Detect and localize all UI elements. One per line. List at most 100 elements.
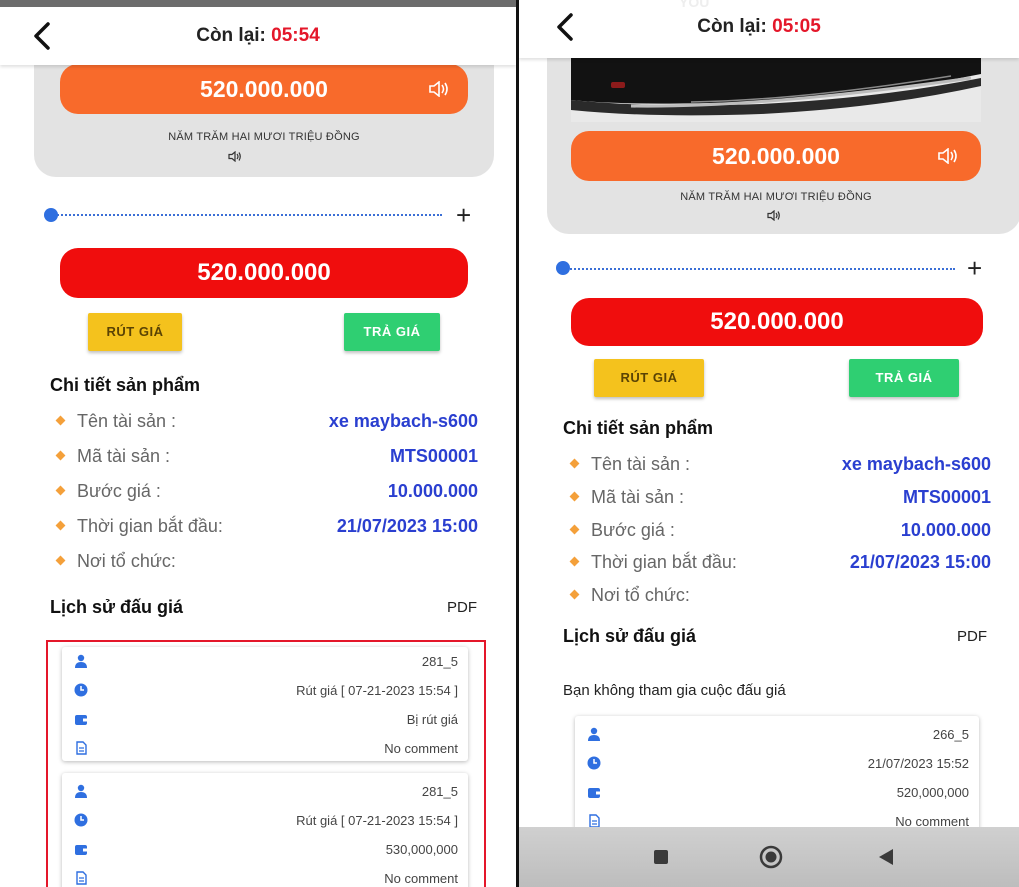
detail-row-bid-step: Bước giá : 10.000.000 (55, 478, 478, 506)
diamond-bullet-icon (55, 555, 66, 566)
diamond-bullet-icon (569, 458, 580, 469)
header: Còn lại: 05:54 (0, 7, 516, 65)
home-icon[interactable] (759, 845, 783, 874)
speaker-icon[interactable] (228, 149, 242, 163)
plus-icon[interactable]: + (967, 255, 982, 281)
bid-slider-knob[interactable] (44, 208, 58, 222)
history-comment: No comment (384, 871, 458, 886)
history-comment: No comment (384, 741, 458, 756)
diamond-bullet-icon (55, 415, 66, 426)
no-participation-notice: Bạn không tham gia cuộc đấu giá (563, 682, 786, 699)
history-user: 266_5 (932, 727, 969, 742)
detail-label: Mã tài sản : (591, 487, 685, 507)
diamond-bullet-icon (569, 589, 580, 600)
speaker-icon[interactable] (767, 208, 781, 222)
detail-value: 10.000.000 (387, 481, 478, 501)
right-screen: YOU Còn lại: 05:05 520.000.000 NĂM TRĂM … (519, 0, 1019, 887)
countdown-timer: Còn lại: 05:54 (0, 25, 516, 47)
speaker-icon[interactable] (428, 80, 450, 98)
place-bid-button[interactable]: TRẢ GIÁ (849, 359, 959, 397)
price-in-words: NĂM TRĂM HAI MƯƠI TRIỆU ĐỒNG (680, 191, 872, 203)
detail-label: Thời gian bắt đầu: (77, 516, 223, 536)
detail-value: 21/07/2023 15:00 (849, 552, 991, 572)
current-price: 520.000.000 (60, 64, 468, 114)
history-card: 266_5 21/07/2023 15:52 520,000,000 No co… (575, 716, 979, 836)
diamond-bullet-icon (569, 556, 580, 567)
detail-row-venue: Nơi tổ chức: (55, 548, 478, 576)
history-time: Rút giá [ 07-21-2023 15:54 ] (296, 683, 458, 698)
timer-value: 05:05 (772, 16, 821, 37)
detail-label: Bước giá : (77, 481, 161, 501)
detail-row-venue: Nơi tổ chức: (569, 582, 991, 610)
history-amount-row: Bị rút giá (62, 709, 468, 731)
history-user-row: 281_5 (62, 651, 468, 673)
diamond-bullet-icon (55, 520, 66, 531)
detail-value: 10.000.000 (900, 520, 991, 540)
pdf-link[interactable]: PDF (447, 599, 477, 616)
withdraw-bid-button[interactable]: RÚT GIÁ (594, 359, 704, 397)
wallet-icon (74, 712, 88, 726)
detail-value: 21/07/2023 15:00 (336, 516, 478, 536)
detail-label: Tên tài sản : (77, 411, 177, 431)
clock-icon (74, 813, 88, 827)
price-in-words: NĂM TRĂM HAI MƯƠI TRIỆU ĐỒNG (168, 131, 360, 143)
wallet-icon (587, 785, 601, 799)
detail-row-bid-step: Bước giá : 10.000.000 (569, 517, 991, 545)
history-comment-row: No comment (62, 738, 468, 760)
detail-label: Nơi tổ chức: (77, 551, 176, 571)
wallet-icon (74, 842, 88, 856)
bid-amount[interactable]: 520.000.000 (60, 248, 468, 298)
document-icon (74, 871, 88, 885)
header: Còn lại: 05:05 (519, 0, 1019, 58)
withdraw-bid-button[interactable]: RÚT GIÁ (88, 313, 182, 351)
speaker-icon[interactable] (937, 147, 959, 165)
document-icon (74, 741, 88, 755)
detail-row-asset-code: Mã tài sản : MTS00001 (55, 443, 478, 471)
history-amount-row: 520,000,000 (575, 782, 979, 804)
clock-icon (74, 683, 88, 697)
left-screen: Còn lại: 05:54 520.000.000 NĂM TRĂM HAI … (0, 0, 516, 887)
history-card: 281_5 Rút giá [ 07-21-2023 15:54 ] Bị rú… (62, 647, 468, 761)
detail-row-asset-name: Tên tài sản : xe maybach-s600 (569, 451, 991, 479)
detail-value: xe maybach-s600 (328, 411, 478, 431)
diamond-bullet-icon (55, 450, 66, 461)
document-icon (587, 814, 601, 828)
place-bid-button[interactable]: TRẢ GIÁ (344, 313, 440, 351)
detail-row-asset-name: Tên tài sản : xe maybach-s600 (55, 408, 478, 436)
clock-icon (587, 756, 601, 770)
back-nav-icon[interactable] (877, 848, 895, 871)
product-details-title: Chi tiết sản phẩm (563, 418, 714, 438)
detail-label: Nơi tổ chức: (591, 585, 690, 605)
timer-value: 05:54 (271, 25, 320, 46)
history-comment-row: No comment (62, 868, 468, 887)
detail-label: Tên tài sản : (591, 454, 691, 474)
history-user-row: 266_5 (575, 724, 979, 746)
history-amount: 520,000,000 (896, 785, 969, 800)
detail-value: xe maybach-s600 (841, 454, 991, 474)
history-amount: Bị rút giá (406, 712, 458, 727)
bid-history-title: Lịch sử đấu giá (563, 626, 697, 646)
pdf-link[interactable]: PDF (957, 628, 987, 645)
history-time-row: 21/07/2023 15:52 (575, 753, 979, 775)
bid-slider-knob[interactable] (556, 261, 570, 275)
plus-icon[interactable]: + (456, 202, 471, 228)
diamond-bullet-icon (55, 485, 66, 496)
history-user-row: 281_5 (62, 781, 468, 803)
recent-apps-icon[interactable] (653, 849, 669, 870)
timer-label: Còn lại: (697, 16, 767, 37)
detail-row-start-time: Thời gian bắt đầu: 21/07/2023 15:00 (55, 513, 478, 541)
bid-slider-track[interactable] (50, 214, 442, 216)
bid-amount[interactable]: 520.000.000 (571, 298, 983, 346)
history-amount-row: 530,000,000 (62, 839, 468, 861)
detail-value: MTS00001 (389, 446, 478, 466)
bid-slider-track[interactable] (563, 268, 955, 270)
current-price-value: 520.000.000 (200, 76, 328, 102)
detail-row-asset-code: Mã tài sản : MTS00001 (569, 484, 991, 512)
history-time-row: Rút giá [ 07-21-2023 15:54 ] (62, 680, 468, 702)
android-navigation-bar (519, 827, 1019, 887)
detail-label: Bước giá : (591, 520, 675, 540)
history-user: 281_5 (421, 784, 458, 799)
product-details-title: Chi tiết sản phẩm (50, 375, 201, 395)
car-photo (571, 56, 981, 122)
history-card: 281_5 Rút giá [ 07-21-2023 15:54 ] 530,0… (62, 773, 468, 887)
